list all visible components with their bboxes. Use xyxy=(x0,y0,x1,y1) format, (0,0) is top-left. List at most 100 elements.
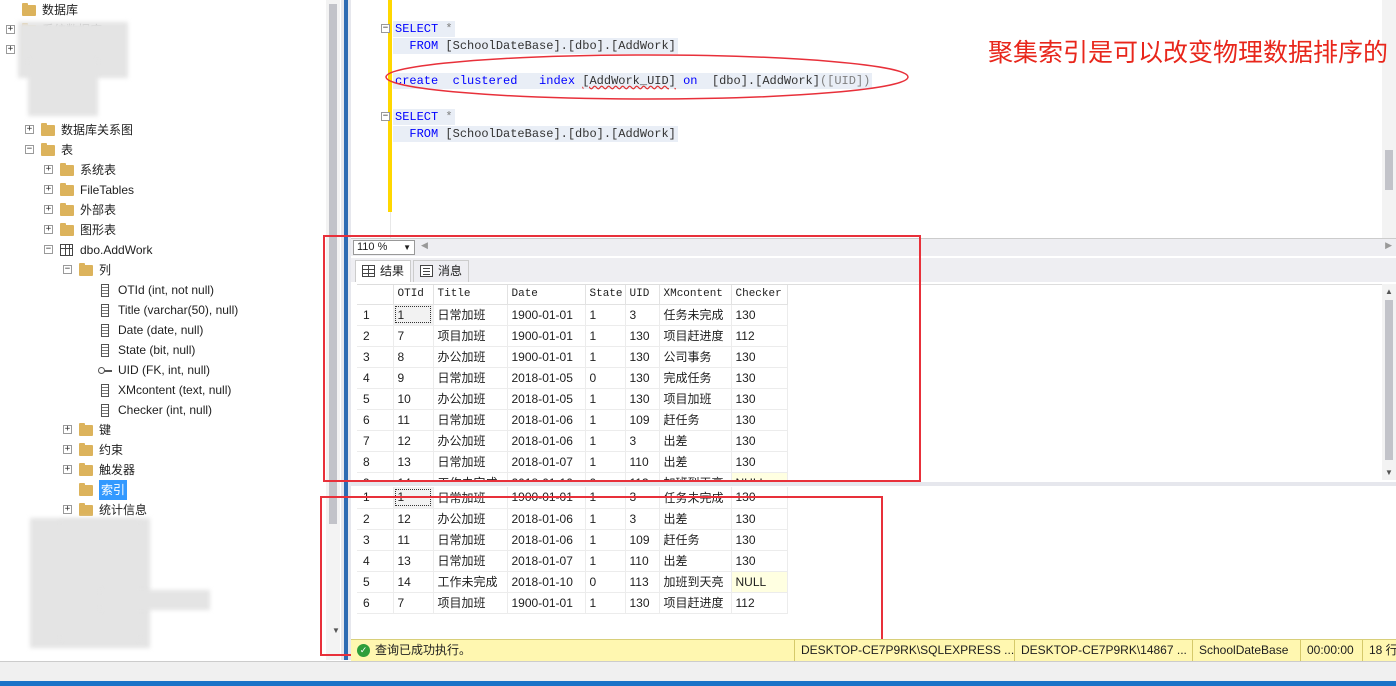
grid-cell[interactable]: 2018-01-07 xyxy=(507,451,586,473)
grid-cell[interactable]: 完成任务 xyxy=(659,367,732,389)
grid-cell[interactable]: 130 xyxy=(731,388,788,410)
table-row[interactable]: 3 11 日常加班 2018-01-06 1 109 赶任务 130 xyxy=(357,529,788,551)
grid-cell[interactable]: 2018-01-10 xyxy=(507,571,586,593)
grid-cell[interactable]: 出差 xyxy=(659,451,732,473)
grid-cell[interactable]: 109 xyxy=(625,409,660,431)
scroll-left-icon[interactable]: ◀ xyxy=(421,240,428,251)
grid-cell[interactable]: 130 xyxy=(625,388,660,410)
grid-cell[interactable]: 8 xyxy=(393,346,434,368)
grid-cell[interactable]: 113 xyxy=(625,472,660,480)
table-row[interactable]: 5 10 办公加班 2018-01-05 1 130 项目加班 130 xyxy=(357,388,788,410)
row-number[interactable]: 5 xyxy=(357,388,394,410)
row-number[interactable]: 2 xyxy=(357,508,394,530)
grid-cell[interactable]: 出差 xyxy=(659,430,732,452)
grid-cell[interactable]: 130 xyxy=(731,346,788,368)
grid-cell[interactable]: 日常加班 xyxy=(433,304,508,326)
grid-cell[interactable]: 14 xyxy=(393,571,434,593)
grid-cell[interactable]: 109 xyxy=(625,529,660,551)
grid-cell[interactable]: 1 xyxy=(585,529,626,551)
grid-cell[interactable]: 2018-01-06 xyxy=(507,529,586,551)
grid-cell[interactable]: 日常加班 xyxy=(433,367,508,389)
grid-cell[interactable]: 130 xyxy=(731,487,788,509)
tree-node-checker-int-null[interactable]: Checker (int, null) xyxy=(0,400,326,420)
expand-icon[interactable]: + xyxy=(6,45,15,54)
expand-icon[interactable]: + xyxy=(6,25,15,34)
grid-cell[interactable]: 项目加班 xyxy=(433,325,508,347)
tree-node-otid-int-not-null[interactable]: OTId (int, not null) xyxy=(0,280,326,300)
collapse-icon[interactable]: − xyxy=(44,245,53,254)
tree-node-state-bit-null[interactable]: State (bit, null) xyxy=(0,340,326,360)
grid-1-scrollbar[interactable]: ▲ ▼ xyxy=(1382,284,1396,480)
expand-icon[interactable]: + xyxy=(44,185,53,194)
tree-node-dbo-addwork[interactable]: − dbo.AddWork xyxy=(0,240,326,260)
grid-cell[interactable]: 1 xyxy=(585,409,626,431)
table-row[interactable]: 1 1 日常加班 1900-01-01 1 3 任务未完成 130 xyxy=(357,487,788,509)
grid-cell[interactable]: 工作未完成 xyxy=(433,472,508,480)
grid-cell[interactable]: 130 xyxy=(731,430,788,452)
table-row[interactable]: 1 1 日常加班 1900-01-01 1 3 任务未完成 130 xyxy=(357,304,788,326)
tree-node-uid-fk-int-null[interactable]: UID (FK, int, null) xyxy=(0,360,326,380)
grid-cell[interactable]: 办公加班 xyxy=(433,430,508,452)
table-row[interactable]: 7 12 办公加班 2018-01-06 1 3 出差 130 xyxy=(357,430,788,452)
expand-icon[interactable]: + xyxy=(44,225,53,234)
grid-cell[interactable]: 130 xyxy=(731,550,788,572)
grid-cell[interactable]: 项目赶进度 xyxy=(659,325,732,347)
tree-node-8[interactable]: + 图形表 xyxy=(0,220,326,240)
row-number[interactable]: 2 xyxy=(357,325,394,347)
grid-cell[interactable]: 出差 xyxy=(659,508,732,530)
row-number[interactable]: 9 xyxy=(357,472,394,480)
grid-cell[interactable]: 任务未完成 xyxy=(659,304,732,326)
column-header[interactable]: OTId xyxy=(393,285,434,305)
scroll-right-icon[interactable]: ▶ xyxy=(1385,240,1392,251)
grid-cell[interactable]: 1900-01-01 xyxy=(507,304,586,326)
row-number[interactable]: 6 xyxy=(357,592,394,614)
grid-cell[interactable]: 110 xyxy=(625,550,660,572)
grid-cell[interactable]: 12 xyxy=(393,508,434,530)
grid-cell[interactable]: 10 xyxy=(393,388,434,410)
grid-cell[interactable]: 13 xyxy=(393,550,434,572)
grid-cell[interactable]: NULL xyxy=(731,472,788,480)
expand-icon[interactable]: + xyxy=(63,505,72,514)
scroll-thumb[interactable] xyxy=(1385,300,1393,460)
table-row[interactable]: 8 13 日常加班 2018-01-07 1 110 出差 130 xyxy=(357,451,788,473)
grid-cell[interactable]: 1 xyxy=(585,508,626,530)
column-header[interactable]: Date xyxy=(507,285,586,305)
grid-cell[interactable]: 日常加班 xyxy=(433,550,508,572)
table-row[interactable]: 2 12 办公加班 2018-01-06 1 3 出差 130 xyxy=(357,508,788,530)
grid-cell[interactable]: 1 xyxy=(585,592,626,614)
grid-cell[interactable]: 1900-01-01 xyxy=(507,325,586,347)
tree-node-18[interactable]: + 键 xyxy=(0,420,326,440)
column-header[interactable]: State xyxy=(585,285,626,305)
grid-cell[interactable]: 任务未完成 xyxy=(659,487,732,509)
table-row[interactable]: 2 7 项目加班 1900-01-01 1 130 项目赶进度 112 xyxy=(357,325,788,347)
tree-node-7[interactable]: + 外部表 xyxy=(0,200,326,220)
grid-cell[interactable]: 7 xyxy=(393,325,434,347)
grid-cell[interactable]: 赶任务 xyxy=(659,529,732,551)
grid-cell[interactable]: 12 xyxy=(393,430,434,452)
grid-cell[interactable]: 日常加班 xyxy=(433,409,508,431)
tab-results[interactable]: 结果 xyxy=(355,260,412,282)
grid-cell[interactable]: NULL xyxy=(731,571,788,593)
grid-cell[interactable]: 130 xyxy=(625,325,660,347)
grid-cell[interactable]: 1 xyxy=(585,487,626,509)
tree-node-20[interactable]: + 触发器 xyxy=(0,460,326,480)
grid-cell[interactable]: 公司事务 xyxy=(659,346,732,368)
grid-cell[interactable]: 项目加班 xyxy=(659,388,732,410)
grid-cell[interactable]: 1 xyxy=(585,430,626,452)
grid-2-scroll-arrow[interactable]: ▼ xyxy=(329,487,343,637)
grid-cell[interactable]: 130 xyxy=(731,409,788,431)
table-row[interactable]: 5 14 工作未完成 2018-01-10 0 113 加班到天亮 NULL xyxy=(357,571,788,593)
results-grid-1[interactable]: OTId Title Date State UID XMcontent Checker 1 1 日… xyxy=(357,284,1382,480)
grid-cell[interactable]: 日常加班 xyxy=(433,451,508,473)
table-row[interactable]: 6 7 项目加班 1900-01-01 1 130 项目赶进度 112 xyxy=(357,592,788,614)
grid-cell[interactable]: 2018-01-05 xyxy=(507,367,586,389)
tree-node-date-date-null[interactable]: Date (date, null) xyxy=(0,320,326,340)
expand-icon[interactable]: + xyxy=(44,165,53,174)
expand-icon[interactable]: + xyxy=(25,125,34,134)
grid-cell[interactable]: 办公加班 xyxy=(433,388,508,410)
tab-messages[interactable]: 消息 xyxy=(413,260,470,282)
grid-cell[interactable]: 0 xyxy=(585,367,626,389)
grid-cell[interactable]: 2018-01-07 xyxy=(507,550,586,572)
grid-cell[interactable]: 130 xyxy=(731,508,788,530)
grid-cell[interactable]: 3 xyxy=(625,508,660,530)
